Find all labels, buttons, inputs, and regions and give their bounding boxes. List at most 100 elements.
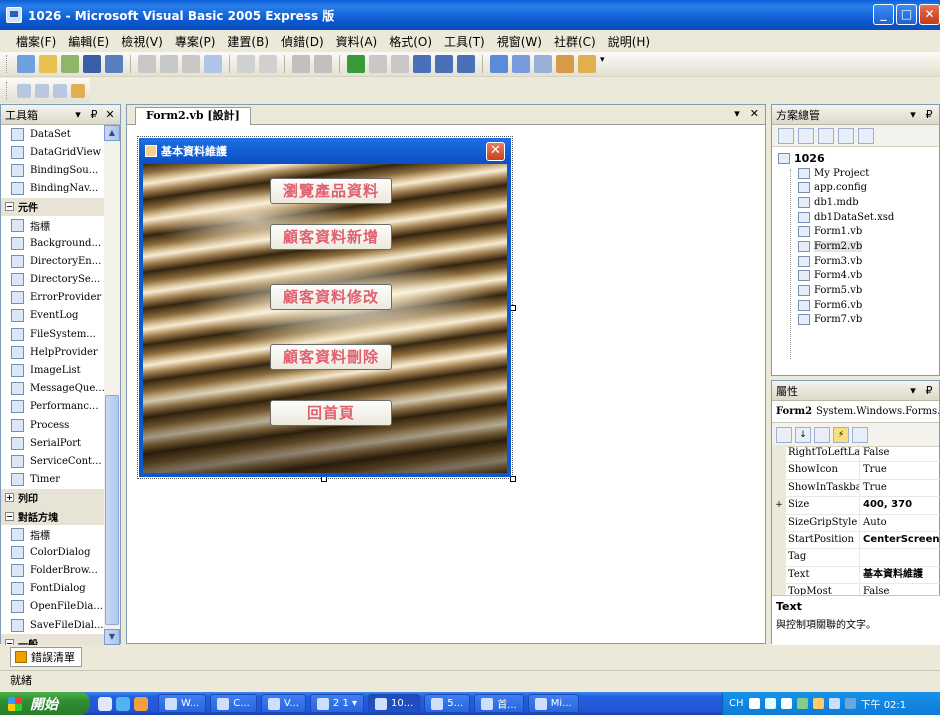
toolbox-item[interactable]: Performanc... — [1, 398, 105, 416]
align-icon[interactable] — [17, 83, 31, 98]
menu-item[interactable]: 專案(P) — [169, 33, 222, 50]
menu-item[interactable]: 說明(H) — [602, 33, 656, 50]
toolbox-dropdown-icon[interactable]: ▾ — [72, 108, 84, 121]
property-row[interactable]: Text 基本資料維護 — [772, 566, 940, 585]
solution-item[interactable]: db1.mdb — [778, 195, 939, 210]
uncomment-icon[interactable] — [259, 55, 277, 73]
ime-icon[interactable] — [748, 698, 760, 709]
scrollbar-thumb[interactable] — [105, 395, 119, 625]
property-value[interactable] — [860, 549, 940, 565]
solution-item[interactable]: Form5.vb — [778, 283, 939, 298]
properties-view-icon[interactable] — [814, 426, 830, 443]
copy-icon[interactable] — [160, 55, 178, 73]
properties-dropdown-icon[interactable]: ▾ — [907, 384, 919, 397]
redo-icon[interactable] — [314, 55, 332, 73]
property-pages-icon[interactable] — [852, 426, 868, 443]
expand-icon[interactable]: + — [5, 493, 14, 503]
object-browser-icon[interactable] — [534, 55, 552, 73]
toolbox-item[interactable]: ColorDialog — [1, 543, 105, 561]
taskbar-button[interactable]: 10... — [368, 694, 421, 713]
property-row[interactable]: StartPosition CenterScreen — [772, 531, 940, 550]
toolbox-icon[interactable] — [556, 55, 574, 73]
security-icon[interactable] — [812, 698, 824, 709]
tab-list-dropdown-icon[interactable]: ▾ — [734, 107, 740, 120]
save-icon[interactable] — [83, 55, 101, 73]
solution-pin-icon[interactable]: ₽ — [923, 108, 935, 121]
start-page-icon[interactable] — [578, 55, 596, 73]
property-value[interactable]: CenterScreen — [860, 532, 940, 548]
solution-dropdown-icon[interactable]: ▾ — [907, 108, 919, 121]
toolbar-grip[interactable] — [6, 55, 9, 73]
refresh-icon[interactable] — [818, 127, 834, 144]
add-customer-button[interactable]: 顧客資料新增 — [270, 224, 392, 250]
toolbar-overflow-icon[interactable]: ▾ — [600, 55, 608, 73]
solution-item[interactable]: Form3.vb — [778, 254, 939, 269]
toolbox-item[interactable]: ServiceCont... — [1, 452, 105, 470]
toolbox-item[interactable]: Timer — [1, 471, 105, 489]
solution-root[interactable]: 1026 — [778, 151, 939, 166]
property-value[interactable]: 基本資料維護 — [860, 567, 940, 583]
language-indicator[interactable]: CH — [729, 698, 744, 709]
solution-item[interactable]: db1DataSet.xsd — [778, 210, 939, 225]
collapse-icon[interactable]: − — [5, 511, 14, 521]
minimize-button[interactable]: _ — [873, 4, 894, 25]
property-value[interactable]: True — [860, 480, 940, 496]
stop-icon[interactable] — [391, 55, 409, 73]
expand-icon[interactable]: + — [772, 497, 786, 514]
menu-item[interactable]: 社群(C) — [548, 33, 602, 50]
menu-item[interactable]: 檔案(F) — [10, 33, 62, 50]
find-icon[interactable] — [204, 55, 222, 73]
toolbox-item[interactable]: ErrorProvider — [1, 289, 105, 307]
collapse-icon[interactable]: − — [5, 638, 14, 645]
solution-item[interactable]: Form1.vb — [778, 224, 939, 239]
toolbox-item[interactable]: HelpProvider — [1, 343, 105, 361]
designed-form[interactable]: 基本資料維護 ✕ 瀏覽產品資料 顧客資料新增 顧客資料修改 顧客資料刪除 回首頁 — [139, 138, 511, 477]
property-row[interactable]: ShowInTaskbar True — [772, 479, 940, 498]
toolbox-item[interactable]: SerialPort — [1, 434, 105, 452]
property-value[interactable]: 400, 370 — [860, 497, 940, 513]
toolbox-item[interactable]: FolderBrow... — [1, 562, 105, 580]
ime-settings-icon[interactable] — [780, 698, 792, 709]
solution-item[interactable]: Form7.vb — [778, 313, 939, 328]
taskbar-button[interactable]: 首... — [474, 694, 524, 713]
menu-item[interactable]: 建置(B) — [221, 33, 275, 50]
bring-front-icon[interactable] — [71, 83, 85, 98]
add-item-icon[interactable] — [61, 55, 79, 73]
properties-icon[interactable] — [778, 127, 794, 144]
scroll-up-icon[interactable]: ▲ — [104, 125, 120, 141]
toolbox-item[interactable]: DataGridView — [1, 143, 105, 161]
menu-item[interactable]: 偵錯(D) — [275, 33, 330, 50]
menu-item[interactable]: 編輯(E) — [62, 33, 115, 50]
solution-item[interactable]: app.config — [778, 180, 939, 195]
alphabetical-icon[interactable]: ↓ — [795, 426, 811, 443]
toolbox-item[interactable]: 指標 — [1, 216, 105, 234]
view-designer-icon[interactable] — [858, 127, 874, 144]
delete-customer-button[interactable]: 顧客資料刪除 — [270, 344, 392, 370]
edit-customer-button[interactable]: 顧客資料修改 — [270, 284, 392, 310]
property-value[interactable]: Auto — [860, 515, 940, 531]
step-over-icon[interactable] — [435, 55, 453, 73]
open-folder-icon[interactable] — [39, 55, 57, 73]
tab-form2-design[interactable]: Form2.vb [設計] — [135, 107, 251, 125]
property-row[interactable]: Tag — [772, 549, 940, 567]
property-row[interactable]: RightToLeftLay False — [772, 445, 940, 463]
menu-item[interactable]: 格式(O) — [383, 33, 438, 50]
toolbox-category[interactable]: − 元件 — [1, 197, 105, 216]
toolbox-close-icon[interactable]: ✕ — [104, 108, 116, 121]
center-icon[interactable] — [35, 83, 49, 98]
property-value[interactable]: False — [860, 445, 940, 461]
property-row[interactable]: + Size 400, 370 — [772, 497, 940, 515]
tab-order-icon[interactable] — [53, 83, 67, 98]
property-value[interactable]: True — [860, 462, 940, 478]
step-into-icon[interactable] — [413, 55, 431, 73]
toolbox-item[interactable]: BindingNav... — [1, 180, 105, 198]
network-icon[interactable] — [796, 698, 808, 709]
menu-item[interactable]: 檢視(V) — [115, 33, 169, 50]
events-icon[interactable]: ⚡ — [833, 426, 849, 443]
scroll-down-icon[interactable]: ▼ — [104, 629, 120, 645]
maximize-button[interactable]: □ — [896, 4, 917, 25]
toolbox-item[interactable]: FileSystem... — [1, 325, 105, 343]
toolbox-category[interactable]: + 列印 — [1, 488, 105, 507]
toolbar-grip[interactable] — [6, 81, 9, 100]
toolbox-item[interactable]: 指標 — [1, 525, 105, 543]
